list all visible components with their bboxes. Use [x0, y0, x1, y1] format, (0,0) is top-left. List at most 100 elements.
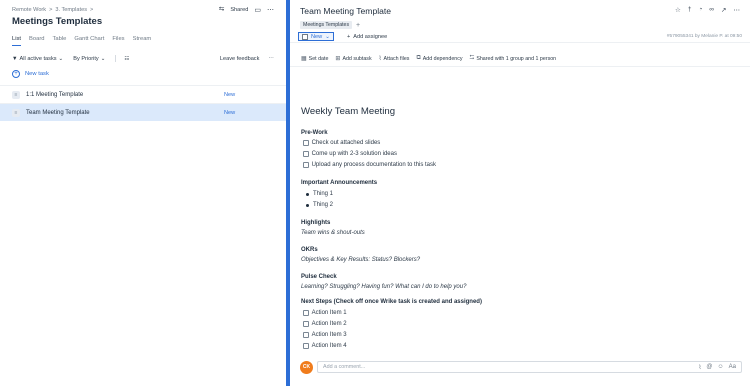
section-title-prework: Pre-Work	[301, 130, 328, 136]
share-icon[interactable]: ⮀	[219, 6, 225, 14]
tab-stream[interactable]: Stream	[133, 36, 152, 46]
checkbox[interactable]	[303, 162, 309, 168]
okrs-text: Objectives & Key Results: Status? Blocke…	[301, 257, 421, 263]
tab-files[interactable]: Files	[112, 36, 124, 46]
list-item[interactable]: ≡ Team Meeting Template New	[0, 103, 286, 121]
breadcrumb-separator: >	[90, 7, 94, 13]
attach-files-button[interactable]: ⌇ Attach files	[378, 55, 410, 63]
bullet-item-label: Thing 2	[313, 202, 334, 208]
task-name[interactable]: Team Meeting Template	[26, 110, 90, 116]
checkbox[interactable]	[303, 321, 309, 327]
checklist-item-label: Action Item 2	[311, 321, 347, 327]
star-icon[interactable]: ☆	[675, 6, 681, 14]
task-list-panel: Remote Work >3. Templates > Meetings Templ…	[0, 0, 286, 386]
new-task-label: New task	[25, 71, 49, 77]
dependency-icon: ⧉	[416, 55, 421, 61]
checklist-item[interactable]: Action Item 3	[303, 332, 347, 338]
checklist-item[interactable]: Check out attached slides	[303, 140, 380, 146]
checklist-item-label: Action Item 4	[311, 343, 347, 349]
checklist-item[interactable]: Come up with 2-3 solution ideas	[303, 151, 397, 157]
tab-gantt-chart[interactable]: Gantt Chart	[74, 36, 104, 46]
pin-icon[interactable]: †	[688, 6, 692, 14]
list-item[interactable]: ≡ 1:1 Meeting Template New	[0, 85, 286, 103]
breadcrumb-item-remote-work[interactable]: Remote Work	[12, 7, 46, 13]
format-text-button[interactable]: Aa	[729, 364, 736, 371]
more-options-icon[interactable]: ⋯	[267, 6, 274, 14]
task-header-actions: ☆ † ◔ ∞ ↗ ⋯	[675, 6, 740, 14]
paperclip-icon[interactable]: ⌇	[698, 364, 701, 371]
more-options-icon[interactable]: ⋯	[734, 6, 741, 14]
checklist-item[interactable]: Action Item 4	[303, 343, 347, 349]
add-tag-button[interactable]: +	[356, 22, 360, 29]
bullet-icon	[306, 203, 309, 207]
status-bar: New ⌄ + Add assignee #579055341 by Melan…	[290, 31, 750, 43]
more-options-icon[interactable]: ⋯	[268, 56, 274, 62]
checkbox[interactable]	[303, 310, 309, 316]
task-title[interactable]: Team Meeting Template	[300, 6, 391, 16]
status-checkbox[interactable]	[302, 33, 308, 40]
comment-placeholder: Add a comment...	[323, 364, 366, 370]
section-title-pulse-check: Pulse Check	[301, 274, 337, 280]
folder-title[interactable]: Meetings Templates	[12, 16, 102, 27]
checkbox[interactable]	[303, 343, 309, 349]
pulse-check-text: Learning? Struggling? Having fun? What c…	[301, 284, 467, 290]
folder-icon[interactable]: ▭	[254, 6, 261, 14]
link-icon[interactable]: ∞	[709, 6, 714, 14]
checklist-item[interactable]: Action Item 1	[303, 310, 347, 316]
leave-feedback-link[interactable]: Leave feedback	[220, 56, 260, 62]
active-tasks-filter[interactable]: ▼ All active tasks ⌄	[12, 56, 63, 62]
paperclip-icon: ⌇	[378, 56, 382, 62]
chevron-down-icon: ⌄	[325, 33, 330, 40]
breadcrumb-separator: >	[49, 7, 53, 13]
tab-list[interactable]: List	[12, 36, 22, 46]
view-tabs: List Board Table Gantt Chart Files Strea…	[12, 36, 151, 46]
status-dropdown[interactable]: New ⌄	[298, 32, 334, 41]
add-subtask-label: Add subtask	[342, 55, 372, 62]
tab-board[interactable]: Board	[29, 36, 44, 46]
shared-label[interactable]: Shared	[230, 7, 248, 13]
comment-input[interactable]: Add a comment... ⌇ @ ☺ Aa	[317, 361, 742, 373]
task-detail-panel: Team Meeting Template ☆ † ◔ ∞ ↗ ⋯ Meetin…	[290, 0, 750, 386]
folder-tag[interactable]: Meetings Templates	[300, 21, 353, 29]
status-badge[interactable]: New	[224, 92, 235, 98]
rss-icon[interactable]: ◔	[698, 6, 702, 14]
add-dependency-label: Add dependency	[422, 55, 463, 62]
comment-bar: CK Add a comment... ⌇ @ ☺ Aa	[300, 360, 742, 374]
plus-icon: +	[12, 70, 20, 78]
filter-bar: ▼ All active tasks ⌄ By Priority ⌄ ☷ Lea…	[12, 55, 274, 62]
sort-dropdown[interactable]: By Priority ⌄	[73, 56, 105, 62]
add-subtask-button[interactable]: ⊞ Add subtask	[335, 55, 372, 63]
grid-icon[interactable]: ☷	[124, 56, 129, 62]
add-dependency-button[interactable]: ⧉ Add dependency	[416, 55, 462, 62]
highlights-text: Team wins & shout-outs	[301, 230, 365, 236]
tab-table[interactable]: Table	[53, 36, 67, 46]
checklist-item-label: Come up with 2-3 solution ideas	[311, 151, 397, 157]
set-date-button[interactable]: ▦ Set date	[301, 55, 328, 63]
shared-with-button[interactable]: ⮀ Shared with 1 group and 1 person	[470, 55, 557, 62]
status-badge[interactable]: New	[224, 110, 235, 116]
active-tasks-label: All active tasks	[19, 55, 57, 62]
shared-with-label: Shared with 1 group and 1 person	[476, 55, 557, 62]
folder-tags: Meetings Templates +	[300, 21, 360, 29]
chevron-down-icon: ⌄	[100, 55, 106, 62]
new-task-button[interactable]: + New task	[12, 70, 49, 78]
section-title-announcements: Important Announcements	[301, 180, 378, 186]
checklist-item[interactable]: Upload any process documentation to this…	[303, 162, 436, 168]
checklist-item-label: Action Item 1	[311, 310, 347, 316]
comment-tools: ⌇ @ ☺ Aa	[698, 364, 736, 371]
expand-icon[interactable]: ↗	[721, 6, 726, 14]
checkbox[interactable]	[303, 332, 309, 338]
doc-heading: Weekly Team Meeting	[301, 106, 396, 117]
breadcrumb-item-templates[interactable]: 3. Templates	[55, 7, 87, 13]
checklist-item[interactable]: Action Item 2	[303, 321, 347, 327]
task-icon: ≡	[12, 90, 20, 99]
checkbox[interactable]	[303, 151, 309, 157]
mention-icon[interactable]: @	[706, 364, 712, 371]
checkbox[interactable]	[303, 140, 309, 146]
task-name[interactable]: 1:1 Meeting Template	[26, 92, 83, 98]
emoji-icon[interactable]: ☺	[718, 364, 724, 371]
bullet-icon	[306, 192, 309, 196]
add-assignee-button[interactable]: + Add assignee	[347, 34, 387, 40]
avatar[interactable]: CK	[300, 360, 313, 374]
checklist-item-label: Check out attached slides	[311, 140, 381, 146]
